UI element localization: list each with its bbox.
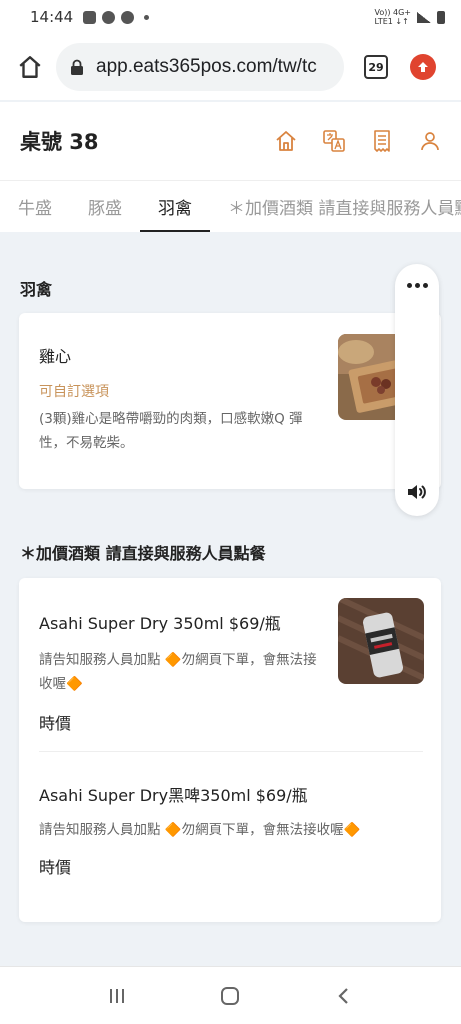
category-tabs: 牛盛 豚盛 羽禽 ＊加價酒類 請直接與服務人員點餐 <box>0 180 461 232</box>
url-text: app.eats365pos.com/tw/tc <box>96 56 317 77</box>
item-name: 雞心 <box>39 347 72 366</box>
more-dot-icon <box>414 282 420 288</box>
section-title: 羽禽 <box>20 280 53 299</box>
tab-category-1[interactable]: 豚盛 <box>70 181 140 232</box>
more-button[interactable] <box>395 274 439 296</box>
item-customizable-label: 可自訂選項 <box>39 384 109 400</box>
home-icon <box>19 56 41 78</box>
home-button[interactable] <box>273 128 299 154</box>
receipt-icon <box>374 130 390 152</box>
chrome-icon <box>102 10 116 24</box>
browser-toolbar: app.eats365pos.com/tw/tc 29 <box>0 34 461 100</box>
page-title: 桌號 38 <box>20 130 99 154</box>
address-bar[interactable]: app.eats365pos.com/tw/tc <box>56 43 344 91</box>
more-dot-icon <box>406 282 412 288</box>
menu-item-card[interactable]: 雞心 可自訂選項 (3顆)雞心是略帶嚼勁的肉類，口感軟嫩Q 彈性，不易乾柴。 <box>19 313 441 489</box>
menu-item[interactable]: Asahi Super Dry黑啤350ml $69/瓶 請告知服務人員加點 🔶… <box>19 782 441 878</box>
network-label: Vo)) 4G+ LTE1 ↓↑ <box>374 8 411 26</box>
home-circle-icon <box>221 986 240 1005</box>
menu-item-card: Asahi Super Dry 350ml $69/瓶 請告知服務人員加點 🔶勿… <box>19 578 441 922</box>
order-list-button[interactable] <box>369 128 395 154</box>
translate-icon <box>323 130 345 152</box>
back-button[interactable] <box>324 976 364 1016</box>
item-description: 請告知服務人員加點 🔶勿網頁下單，會無法接收喔🔶 <box>39 652 317 692</box>
update-button[interactable] <box>410 54 436 80</box>
more-dot-icon <box>422 282 428 288</box>
item-divider <box>39 751 423 752</box>
signal-icon <box>417 11 431 23</box>
item-description: 請告知服務人員加點 🔶勿網頁下單，會無法接收喔🔶 <box>39 822 361 838</box>
speaker-icon[interactable] <box>405 480 429 504</box>
language-button[interactable] <box>321 128 347 154</box>
system-nav-bar <box>0 966 461 1024</box>
item-name: Asahi Super Dry 350ml $69/瓶 <box>39 614 281 633</box>
item-photo <box>338 598 424 684</box>
browser-home-button[interactable] <box>12 49 48 85</box>
back-icon <box>338 987 348 1004</box>
floating-toolbar <box>395 264 439 516</box>
photo-icon <box>83 10 97 24</box>
account-button[interactable] <box>417 128 443 154</box>
tabs-count-button[interactable]: 29 <box>364 55 388 79</box>
system-home-button[interactable] <box>210 976 250 1016</box>
item-name: Asahi Super Dry黑啤350ml $69/瓶 <box>39 786 308 805</box>
item-description: (3顆)雞心是略帶嚼勁的肉類，口感軟嫩Q 彈性，不易乾柴。 <box>39 411 303 451</box>
item-price: 時價 <box>39 714 72 733</box>
chrome-icon <box>121 10 135 24</box>
recent-apps-button[interactable] <box>97 976 137 1016</box>
battery-icon <box>437 10 445 24</box>
arrow-up-icon <box>418 62 428 72</box>
tab-category-0[interactable]: 牛盛 <box>0 181 70 232</box>
status-bar: 14:44 Vo)) 4G+ LTE1 ↓↑ <box>0 0 461 34</box>
section-title: ＊加價酒類 請直接與服務人員點餐 <box>20 544 266 563</box>
status-time: 14:44 <box>30 8 74 26</box>
app-header: 桌號 38 <box>0 102 461 180</box>
tab-category-2[interactable]: 羽禽 <box>140 181 210 232</box>
home-icon <box>276 131 296 151</box>
item-price: 時價 <box>39 858 72 877</box>
tab-category-3[interactable]: ＊加價酒類 請直接與服務人員點餐 <box>210 181 461 232</box>
recent-apps-icon <box>109 988 124 1003</box>
lock-icon <box>71 59 83 75</box>
dot-icon <box>144 14 150 20</box>
user-icon <box>421 132 439 151</box>
